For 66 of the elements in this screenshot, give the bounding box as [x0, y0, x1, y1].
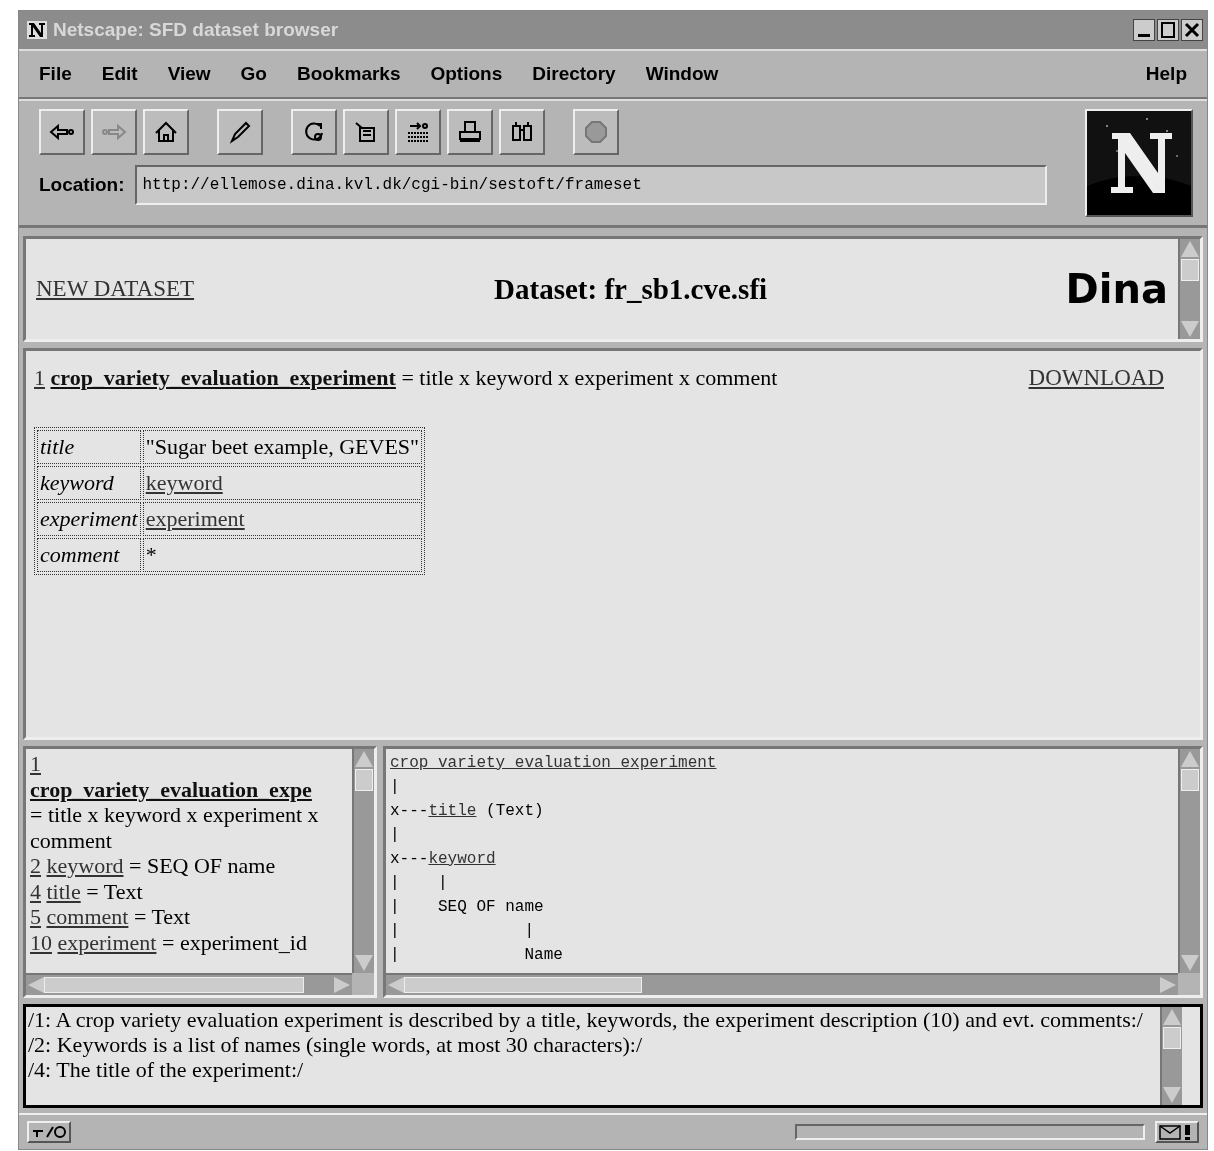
menu-item[interactable]: Options	[430, 63, 503, 85]
edit-button[interactable]	[217, 109, 263, 155]
menu-item[interactable]: Directory	[532, 63, 616, 85]
horizontal-scrollbar[interactable]	[26, 973, 352, 995]
mail-icon[interactable]	[1155, 1121, 1199, 1143]
type-entry: 5 comment = Text	[30, 904, 192, 930]
definition-line: 1 crop_variety_evaluation_experiment = title x keyword x experiment x comment	[34, 365, 779, 391]
table-cell: keyword	[37, 466, 141, 500]
table-cell: comment	[37, 538, 141, 572]
stop-sign-icon	[582, 118, 610, 146]
table-cell: title	[37, 430, 141, 464]
tree-line: crop variety evaluation experiment	[390, 753, 718, 774]
print-button[interactable]	[447, 109, 493, 155]
tree-line: | |	[390, 921, 536, 942]
minimize-icon[interactable]	[1133, 19, 1155, 41]
back-button[interactable]	[39, 109, 85, 155]
download-link[interactable]: DOWNLOAD	[1028, 365, 1164, 391]
type-entry: 2 keyword = SEQ OF name	[30, 853, 277, 879]
menu-item[interactable]: Window	[645, 63, 719, 85]
security-key-icon[interactable]	[27, 1121, 71, 1143]
menu-item[interactable]: File	[39, 63, 72, 85]
menu-item[interactable]: Bookmarks	[297, 63, 401, 85]
find-button[interactable]	[499, 109, 545, 155]
type-entry: 10 experiment = experiment_id	[30, 929, 308, 955]
comment-line: /2: Keywords is a list of names (single words, at most 30 characters):/	[28, 1032, 644, 1057]
vertical-scrollbar[interactable]	[1160, 1007, 1182, 1105]
table-cell: *	[142, 538, 423, 572]
table-cell: "Sugar beet example, GEVES"	[142, 430, 423, 464]
scrollbar-corner	[1178, 973, 1200, 995]
comment-line: /4: The title of the experiment:/	[28, 1057, 305, 1082]
dataset-heading: Dataset: fr_sb1.cve.sfi	[494, 272, 769, 306]
number-link[interactable]: 1	[34, 365, 45, 390]
window-title: Netscape: SFD dataset browser	[53, 19, 340, 41]
reload-button[interactable]	[291, 109, 337, 155]
home-button[interactable]	[143, 109, 189, 155]
netscape-n-icon	[27, 21, 47, 39]
tree-line: |	[390, 777, 401, 798]
table-cell: experiment	[37, 502, 141, 536]
type-entry: 4 title = Text	[30, 878, 144, 904]
netscape-logo-icon[interactable]	[1085, 109, 1193, 217]
menu-item[interactable]: View	[167, 63, 211, 85]
dina-logo: Dina	[1065, 266, 1168, 312]
tree-line: | SEQ OF name	[390, 897, 545, 918]
tree-line: |	[390, 825, 401, 846]
location-field[interactable]: http://ellemose.dina.kvl.dk/cgi-bin/sestoft/frameset	[134, 165, 1047, 205]
vertical-scrollbar[interactable]	[352, 749, 374, 973]
menu-item[interactable]: Go	[240, 63, 267, 85]
menu-item[interactable]: Edit	[101, 63, 138, 85]
tree-line: | |	[390, 873, 449, 894]
tree-line: | Name	[390, 945, 564, 966]
new-dataset-link[interactable]: NEW DATASET	[36, 276, 195, 302]
type-name-link[interactable]: crop_variety_evaluation_experiment	[50, 365, 396, 390]
close-icon[interactable]	[1181, 19, 1203, 41]
help-menu[interactable]: Help	[1145, 63, 1187, 85]
vertical-scrollbar[interactable]	[1178, 239, 1200, 339]
tree-line: x---keyword	[390, 849, 497, 870]
maximize-icon[interactable]	[1157, 19, 1179, 41]
scrollbar-corner	[352, 973, 374, 995]
comment-line: /1: A crop variety evaluation experiment is described by a title, keywords, the experiment description (10) and evt. comments:/	[28, 1007, 1144, 1032]
location-label: Location:	[39, 174, 125, 196]
vertical-scrollbar[interactable]	[1178, 749, 1200, 973]
type-entry: 1 crop_variety_evaluation_expe = title x keyword x experiment x comment	[30, 751, 320, 853]
tree-line: x---title (Text)	[390, 801, 545, 822]
open-button[interactable]	[395, 109, 441, 155]
images-button[interactable]	[343, 109, 389, 155]
horizontal-scrollbar[interactable]	[386, 973, 1178, 995]
